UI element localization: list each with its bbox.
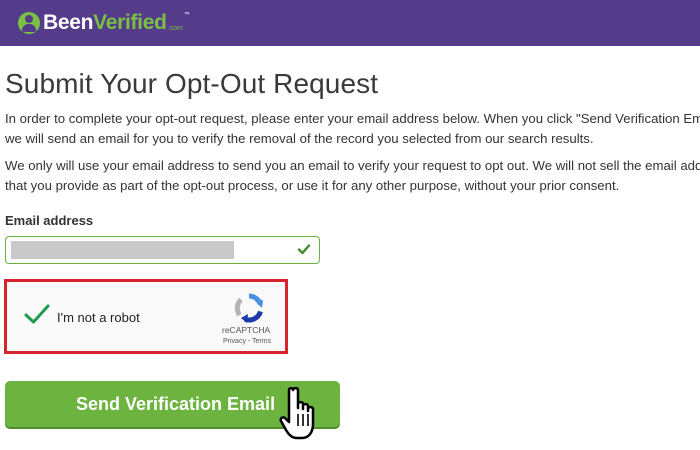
instructions-line: we will send an email for you to verify … (5, 131, 594, 146)
recaptcha-widget: I'm not a robot reCAPTCHA Privacy - Term… (4, 279, 288, 354)
instructions-line: In order to complete your opt-out reques… (5, 111, 700, 126)
page-title: Submit Your Opt-Out Request (5, 68, 379, 99)
logo-text-been: Been (43, 11, 94, 34)
privacy-line: We only will use your email address to s… (5, 158, 700, 173)
privacy-line: that you provide as part of the opt-out … (5, 178, 620, 193)
recaptcha-privacy-terms-links[interactable]: Privacy - Terms (223, 338, 271, 345)
logo-wordmark: BeenVerified (43, 11, 167, 35)
logo-dotcom: .com (167, 25, 183, 32)
privacy-paragraph: We only will use your email address to s… (5, 156, 700, 196)
email-value-redacted (11, 241, 234, 259)
recaptcha-logo-icon (234, 293, 263, 323)
email-label: Email address (5, 213, 94, 228)
captcha-label: I'm not a robot (57, 310, 140, 325)
checkmark-icon (297, 244, 311, 255)
person-circle-icon (18, 12, 40, 34)
logo-trademark: ™ (183, 12, 190, 18)
checkmark-icon[interactable] (23, 302, 51, 326)
email-field[interactable] (5, 236, 320, 264)
instructions-paragraph: In order to complete your opt-out reques… (5, 109, 700, 149)
recaptcha-brand: reCAPTCHA (222, 325, 271, 335)
top-header-bar: BeenVerified .com ™ (0, 0, 700, 46)
hand-pointer-icon (279, 386, 315, 440)
logo-text-verified: Verified (93, 11, 167, 34)
beenverified-logo[interactable]: BeenVerified .com ™ (18, 10, 190, 36)
